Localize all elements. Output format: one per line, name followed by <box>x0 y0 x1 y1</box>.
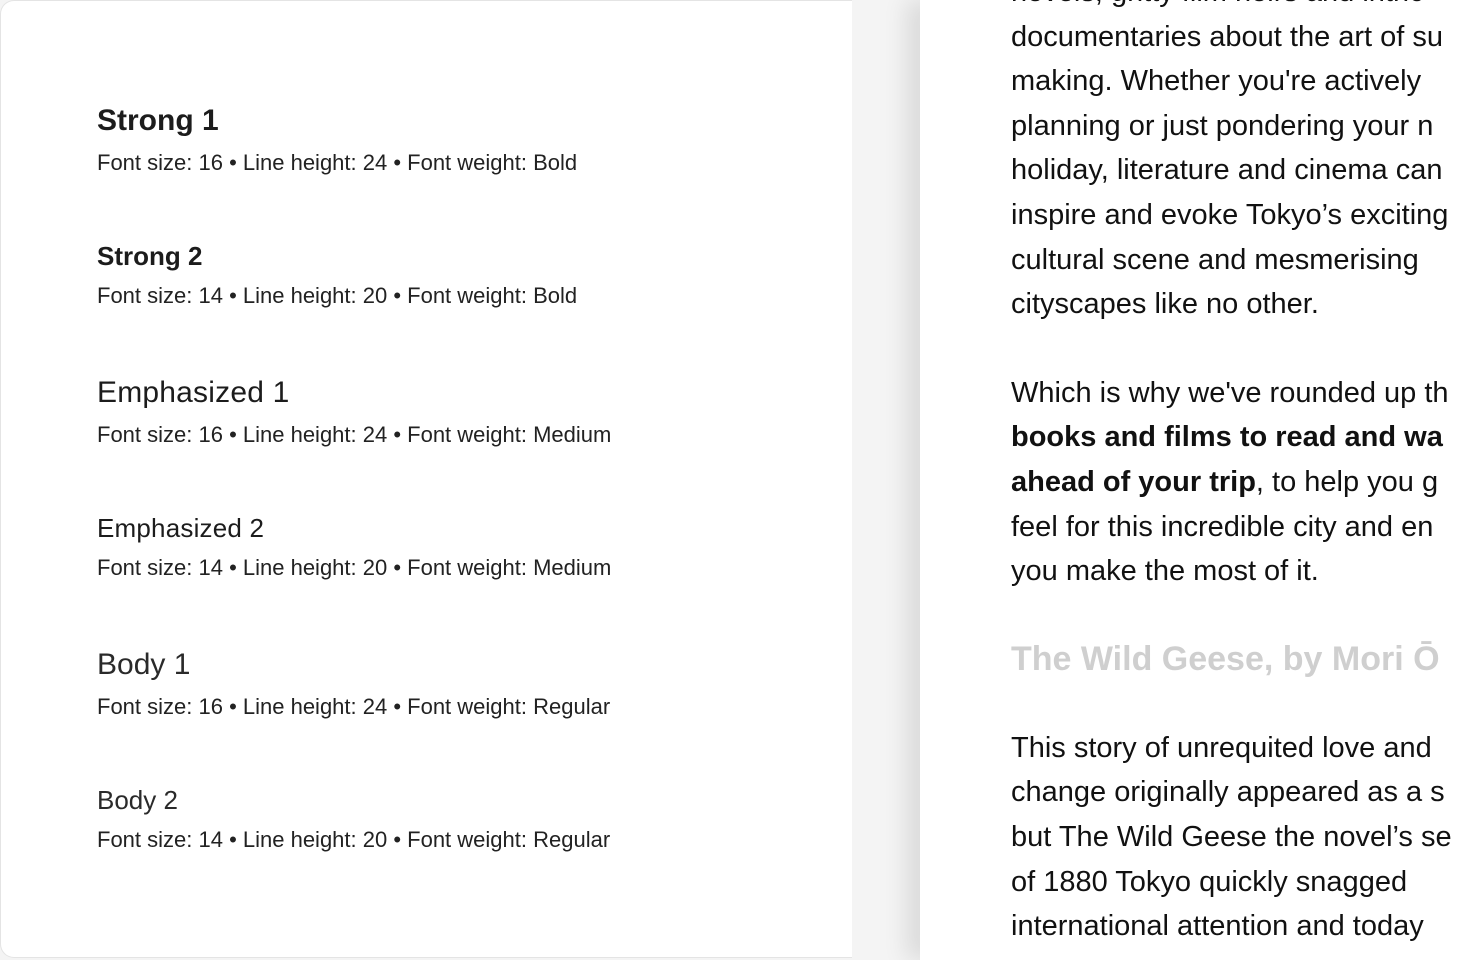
article-paragraph: Which is why we've rounded up th books a… <box>1011 371 1472 594</box>
specimen-body-2: Body 2 Font size: 14 • Line height: 20 •… <box>97 783 610 855</box>
article-line: you make the most of it. <box>1011 555 1319 588</box>
specimen-meta: Font size: 16 • Line height: 24 • Font w… <box>97 422 612 447</box>
article-line: inspire and evoke Tokyo’s exciting <box>1011 198 1449 231</box>
article-line: This story of unrequited love and <box>1011 731 1432 764</box>
article-line: but The Wild Geese the novel’s se <box>1011 820 1452 853</box>
article-line: documentaries about the art of su <box>1011 20 1444 53</box>
article-body: novels, gritty film noirs and intric doc… <box>1011 0 1472 949</box>
article-line: Which is why we've rounded up th <box>1011 376 1449 409</box>
article-line: feel for this incredible city and en <box>1011 510 1434 543</box>
specimen-meta: Font size: 16 • Line height: 24 • Font w… <box>97 150 578 175</box>
article-line: books and films to read and wa <box>1011 415 1472 460</box>
article-preview-panel[interactable]: novels, gritty film noirs and intric doc… <box>920 0 1472 960</box>
article-line: planning or just pondering your n <box>1011 109 1434 142</box>
typography-spec-card: Strong 1 Font size: 16 • Line height: 24… <box>0 0 852 958</box>
article-line: holiday, literature and cinema can <box>1011 154 1443 187</box>
article-bold-text: books and films to read and wa <box>1011 421 1443 454</box>
specimen-name: Emphasized 2 <box>97 513 265 543</box>
article-line: of 1880 Tokyo quickly snagged <box>1011 865 1408 898</box>
article-line: cultural scene and mesmerising <box>1011 243 1419 276</box>
specimen-name: Emphasized 1 <box>97 376 290 409</box>
article-paragraph: This story of unrequited love and change… <box>1011 726 1472 949</box>
specimen-meta: Font size: 16 • Line height: 24 • Font w… <box>97 694 611 719</box>
article-line: change originally appeared as a s <box>1011 776 1445 809</box>
specimen-meta: Font size: 14 • Line height: 20 • Font w… <box>97 555 612 580</box>
specimen-name: Strong 1 <box>97 104 219 137</box>
specimen-body-1: Body 1 Font size: 16 • Line height: 24 •… <box>97 646 610 722</box>
specimen-name: Body 2 <box>97 785 178 815</box>
specimen-emphasized-1: Emphasized 1 Font size: 16 • Line height… <box>97 374 611 450</box>
article-bold-text: ahead of your trip <box>1011 465 1256 498</box>
article-line: novels, gritty film noirs and intric <box>1011 0 1472 15</box>
specimen-name: Strong 2 <box>97 241 203 271</box>
specimen-meta: Font size: 14 • Line height: 20 • Font w… <box>97 283 578 308</box>
article-line: international attention and today <box>1011 910 1424 943</box>
specimen-name: Body 1 <box>97 648 191 681</box>
specimen-strong-1: Strong 1 Font size: 16 • Line height: 24… <box>97 102 577 178</box>
specimen-emphasized-2: Emphasized 2 Font size: 14 • Line height… <box>97 511 611 583</box>
specimen-meta: Font size: 14 • Line height: 20 • Font w… <box>97 827 611 852</box>
article-line: ahead of your trip, to help you g <box>1011 460 1472 505</box>
article-paragraph: novels, gritty film noirs and intric doc… <box>1011 0 1472 327</box>
specimen-strong-2: Strong 2 Font size: 14 • Line height: 20… <box>97 239 577 311</box>
article-section-heading: The Wild Geese, by Mori Ō <box>1011 639 1440 678</box>
article-text: , to help you g <box>1255 465 1439 498</box>
article-line: cityscapes like no other. <box>1011 288 1319 321</box>
article-line: making. Whether you're actively <box>1011 65 1422 98</box>
